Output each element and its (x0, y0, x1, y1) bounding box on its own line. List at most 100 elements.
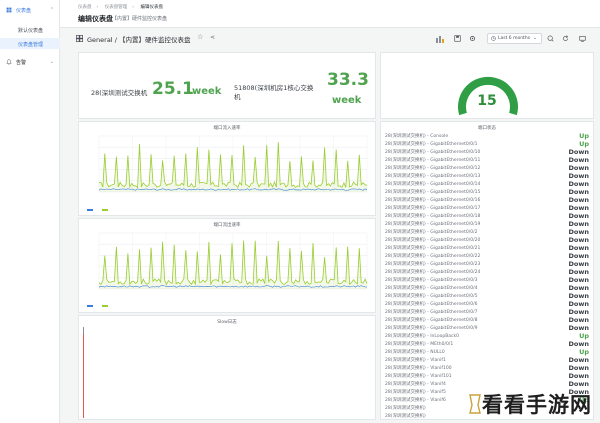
port-status-row: 28(深圳测试交换机) - GigabitEthernet0/0/9 Down (385, 324, 593, 332)
port-status-value: Down (568, 188, 590, 196)
path-separator: / (114, 36, 117, 44)
sidebar-item-dashboard[interactable]: 仪表盘 ⌃ (0, 4, 60, 16)
add-panel-icon[interactable] (435, 33, 446, 44)
port-name: 28(深圳测试交换机) - GigabitEthernet0/0/24 (385, 270, 481, 275)
breadcrumb: 仪表盘 › 仪表盘管理 › 编辑仪表盘 (78, 5, 163, 10)
port-status-value: Up (579, 332, 589, 340)
port-status-row: 28(深圳测试交换机) - Vlanif1 Down (385, 356, 593, 364)
share-icon[interactable]: ⋖ (210, 34, 215, 41)
legend-swatch (102, 305, 109, 307)
chart-legend (87, 303, 110, 308)
dashboard-toolbar: General / 【内置】硬件监控仪表盘 ☆ ⋖ Last 6 months … (60, 28, 600, 50)
save-icon[interactable] (452, 33, 462, 44)
panel-title: 端口状态 (478, 126, 496, 131)
port-status-value: Down (568, 308, 590, 316)
port-status-value: Down (568, 220, 590, 228)
stat-label: 机 (234, 93, 241, 101)
port-status-row: 28(深圳测试交换机) - Vlanif4 Down (385, 380, 593, 388)
port-status-panel[interactable]: 端口状态 28(深圳测试交换机) - Console Up 28(深圳测试交换机) … (380, 121, 594, 420)
outbound-rate-chart-panel[interactable]: 端口流出速率 (78, 218, 376, 313)
port-status-value: Up (579, 140, 589, 148)
port-name: 28(深圳测试交换机) - GigabitEthernet0/0/16 (385, 198, 481, 203)
port-name: 28(深圳测试交换机) - GigabitEthernet0/0/1 (385, 142, 478, 147)
inbound-rate-chart (98, 135, 368, 193)
port-name: 28(深圳测试交换机) - GigabitEthernet0/0/18 (385, 214, 481, 219)
port-status-row: 28(深圳测试交换机) - GigabitEthernet0/0/20 Down (385, 236, 593, 244)
port-name: 28(深圳测试交换机) - MEth0/0/1 (385, 342, 454, 347)
port-status-value: Down (568, 148, 590, 156)
port-status-row: 28(深圳测试交换机) - GigabitEthernet0/0/23 Down (385, 260, 593, 268)
inbound-rate-chart-panel[interactable]: 端口流入速率 (78, 121, 376, 216)
port-status-value: Down (568, 364, 590, 372)
port-status-row: 28(深圳测试交换机) - GigabitEthernet0/0/7 Down (385, 308, 593, 316)
chevron-up-icon: ⌃ (49, 7, 54, 13)
port-name: 28(深圳测试交换机) - GigabitEthernet0/0/17 (385, 206, 481, 211)
port-status-value: Down (568, 292, 590, 300)
port-status-value: Down (568, 180, 590, 188)
port-name: 28(深圳测试交换机) - GigabitEthernet0/0/3 (385, 278, 478, 283)
port-name: 28(深圳测试交换机) - GigabitEthernet0/0/11 (385, 158, 481, 163)
port-status-row: 28(深圳测试交换机) - Vlanif100 Down (385, 364, 593, 372)
port-status-row: 28(深圳测试交换机) - InLoopBack0 Up (385, 332, 593, 340)
tv-mode-icon[interactable] (577, 33, 587, 44)
port-status-row: 28(深圳测试交换机) - GigabitEthernet0/0/16 Down (385, 196, 593, 204)
breadcrumb-item[interactable]: 仪表盘管理 (105, 5, 128, 10)
port-name: 28(深圳测试交换机) - GigabitEthernet0/0/13 (385, 174, 481, 179)
sidebar-subitem-default-dashboard[interactable]: 默认仪表盘 (18, 27, 43, 34)
port-status-row: 28(深圳测试交换机) - GigabitEthernet0/0/2 Down (385, 228, 593, 236)
log-line (83, 348, 373, 355)
port-status-row: 28(深圳测试交换机) - GigabitEthernet0/0/10 Down (385, 148, 593, 156)
dashboard-icon (6, 7, 12, 13)
port-name: 28(深圳测试交换机) - Vlanif4 (385, 382, 446, 387)
gauge-panel[interactable]: 15 (380, 52, 594, 119)
port-status-value: Down (568, 252, 590, 260)
port-status-value: Down (568, 156, 590, 164)
sidebar-subitem-dashboard-management[interactable]: 仪表盘管理 (18, 41, 43, 48)
sidebar: 仪表盘 ⌃ 默认仪表盘 仪表盘管理 告警 ⌄ (0, 0, 60, 423)
time-range-picker[interactable]: Last 6 months ⌄ (487, 33, 542, 44)
port-name: 28(深圳测试交换机) - GigabitEthernet0/0/21 (385, 246, 481, 251)
port-status-row: 28(深圳测试交换机) - GigabitEthernet0/0/8 Down (385, 316, 593, 324)
clock-icon (491, 36, 496, 41)
port-status-row: 28(深圳测试交换机) - GigabitEthernet0/0/19 Down (385, 220, 593, 228)
port-status-row: 28(深圳测试交换机) - GigabitEthernet0/0/15 Down (385, 188, 593, 196)
port-status-value: Down (568, 236, 590, 244)
sidebar-item-alerts[interactable]: 告警 ⌄ (0, 56, 60, 68)
slow-log-panel[interactable]: Slow日志 (78, 315, 376, 420)
star-icon[interactable]: ☆ (197, 33, 203, 41)
app-root: 仪表盘 ⌃ 默认仪表盘 仪表盘管理 告警 ⌄ 仪表盘 › 仪表盘管理 › 编辑仪表盘… (0, 0, 600, 423)
chevron-down-icon: ⌄ (49, 59, 54, 65)
port-status-value: Down (568, 300, 590, 308)
time-range-label: Last 6 months (498, 36, 531, 41)
chart-legend (87, 207, 110, 212)
log-line (83, 390, 373, 397)
port-status-value: Down (568, 380, 590, 388)
port-name: 28(深圳测试交换机) - NULL0 (385, 350, 445, 355)
stat-panel[interactable]: 28(深圳测试交换机 25.1 week 51808(深圳机房1核心交换 机 3… (78, 52, 376, 119)
log-line (83, 355, 373, 362)
settings-gear-icon[interactable] (467, 33, 477, 44)
port-status-value: Down (568, 204, 590, 212)
port-status-row: 28(深圳测试交换机) - GigabitEthernet0/0/11 Down (385, 156, 593, 164)
outbound-rate-chart (98, 232, 368, 290)
sidebar-item-label: 告警 (16, 59, 27, 66)
port-status-value: Up (579, 348, 589, 356)
port-name: 28(深圳测试交换机) - GigabitEthernet0/0/15 (385, 190, 481, 195)
zoom-out-icon[interactable] (545, 33, 555, 44)
dashboard-name: 【内置】硬件监控仪表盘 (118, 36, 191, 44)
port-name: 28(深圳测试交换机) - Vlanif100 (385, 366, 452, 371)
port-status-value: Down (568, 196, 590, 204)
port-status-row: 28(深圳测试交换机) - GigabitEthernet0/0/3 Down (385, 276, 593, 284)
breadcrumb-item[interactable]: 仪表盘 (78, 5, 92, 10)
log-line (83, 334, 373, 341)
port-status-value: Down (568, 212, 590, 220)
port-name: 28(深圳测试交换机) - GigabitEthernet0/0/23 (385, 262, 481, 267)
port-status-row: 28(深圳测试交换机) - GigabitEthernet0/0/18 Down (385, 212, 593, 220)
log-line (83, 341, 373, 348)
apps-icon (76, 35, 83, 42)
port-name: 28(深圳测试交换机) - GigabitEthernet0/0/12 (385, 166, 481, 171)
port-status-row: 28(深圳测试交换机) - GigabitEthernet0/0/14 Down (385, 180, 593, 188)
refresh-icon[interactable] (560, 33, 570, 44)
folder-link[interactable]: General (87, 36, 113, 44)
port-status-value: Down (568, 276, 590, 284)
